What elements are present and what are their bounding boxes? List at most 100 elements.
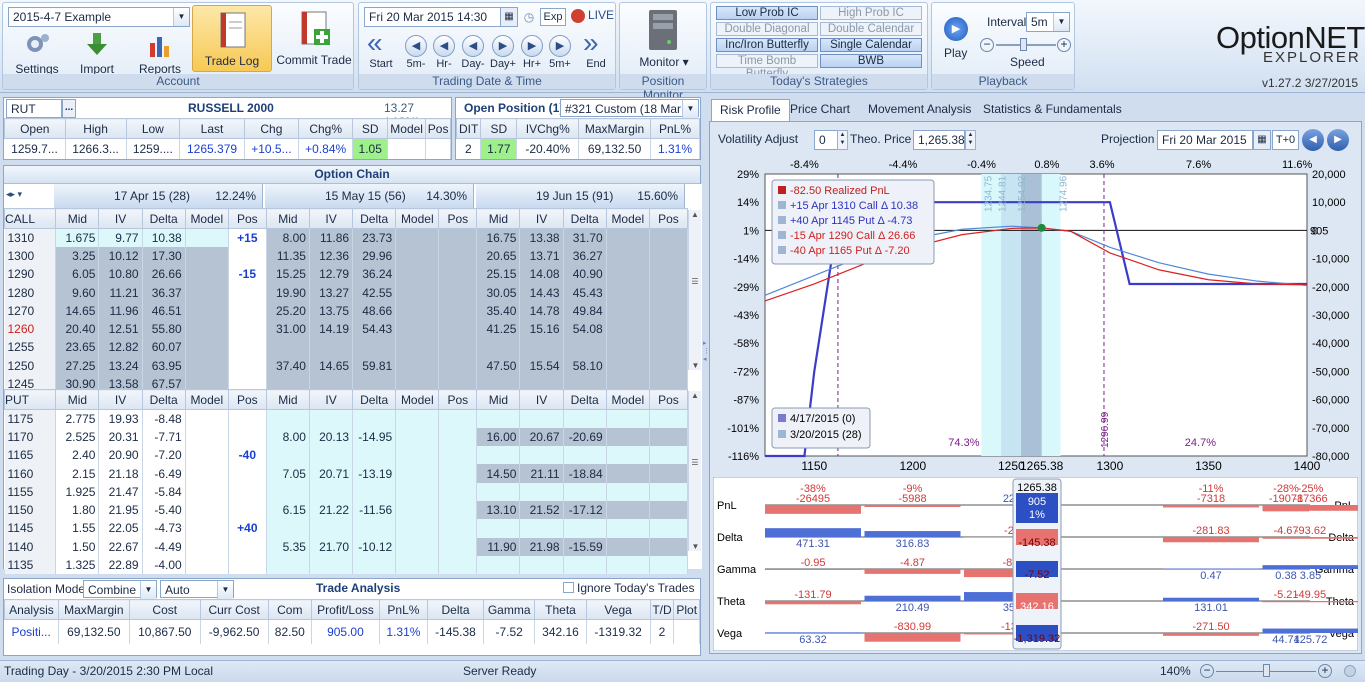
theo-price-field[interactable]: 1,265.38 — [913, 130, 965, 150]
position-cell[interactable] — [649, 228, 689, 247]
projection-back-icon[interactable]: ◀ — [1302, 129, 1324, 151]
position-cell[interactable] — [228, 301, 267, 320]
position-cell[interactable] — [228, 464, 267, 483]
chain-nav-icons[interactable]: ◂▸ ▾ — [6, 189, 22, 200]
analysis-value[interactable] — [673, 619, 700, 644]
expiry-header[interactable]: 15 May 15 (56) 14.30% — [265, 184, 474, 208]
position-cell[interactable] — [649, 446, 689, 465]
tab-0[interactable]: Risk Profile — [711, 99, 790, 121]
position-cell[interactable] — [649, 409, 689, 428]
example-combo[interactable]: 2015-4-7 Example ▼ — [8, 7, 190, 27]
position-cell[interactable] — [438, 228, 478, 247]
strategy-button-7[interactable]: BWB — [820, 54, 922, 68]
chevron-down-icon[interactable]: ▼ — [217, 581, 233, 599]
commit-trade-button[interactable]: Commit Trade — [276, 9, 352, 67]
position-cell[interactable] — [438, 356, 478, 375]
strategy-button-0[interactable]: Low Prob IC — [716, 6, 818, 20]
position-cell[interactable] — [228, 356, 267, 375]
position-cell[interactable] — [649, 555, 689, 575]
symbol-field[interactable]: RUT — [6, 99, 62, 118]
position-cell[interactable] — [649, 338, 689, 357]
position-cell[interactable] — [228, 409, 267, 428]
position-cell[interactable] — [438, 482, 478, 501]
live-button[interactable]: LIVE — [588, 8, 614, 22]
tab-1[interactable]: Price Chart — [782, 99, 858, 121]
position-cell[interactable] — [438, 265, 478, 284]
call-row[interactable]: 1280 9.60 11.21 36.37 19.90 13.27 42.55 30.05 14… — [4, 283, 689, 302]
position-cell[interactable] — [438, 427, 478, 447]
speed-plus-icon[interactable]: + — [1057, 38, 1071, 52]
position-combo[interactable]: #321 Custom (18 Mar 1 ▼ — [560, 99, 699, 118]
position-cell[interactable] — [649, 482, 689, 501]
put-row[interactable]: 1155 1.925 21.47 -5.84 — [4, 482, 689, 501]
monitor-button[interactable]: Monitor ▾ — [628, 55, 700, 69]
isolation-mode-combo[interactable]: Combine ▼ — [83, 580, 157, 599]
position-cell[interactable] — [438, 283, 478, 302]
position-cell[interactable] — [438, 246, 478, 266]
zoom-in-icon[interactable]: + — [1318, 664, 1332, 678]
projection-date-field[interactable]: Fri 20 Mar 2015 — [1157, 130, 1253, 150]
forward-hour-icon[interactable]: ▶ — [521, 35, 543, 57]
call-row[interactable]: 1290 6.05 10.80 26.66 -15 15.25 12.79 36.24 25.1… — [4, 265, 689, 284]
position-cell[interactable] — [228, 246, 267, 266]
call-row[interactable]: 1260 20.40 12.51 55.80 31.00 14.19 54.43 41.25 1… — [4, 319, 689, 339]
chevron-down-icon[interactable]: ▼ — [140, 581, 156, 599]
chevron-down-icon[interactable]: ▼ — [1053, 13, 1069, 31]
ignore-todays-trades-checkbox[interactable] — [563, 582, 574, 593]
strategy-button-3[interactable]: Double Calendar — [820, 22, 922, 36]
start-icon[interactable]: « — [367, 29, 393, 58]
position-cell[interactable] — [649, 319, 689, 339]
reports-button[interactable]: Reports — [131, 31, 189, 76]
auto-combo[interactable]: Auto ▼ — [160, 580, 234, 599]
position-cell[interactable] — [438, 500, 478, 520]
position-cell[interactable] — [649, 519, 689, 538]
expiry-header[interactable]: 19 Jun 15 (91) 15.60% — [476, 184, 685, 208]
position-cell[interactable]: -15 — [228, 265, 267, 284]
t0-button[interactable]: T+0 — [1272, 130, 1299, 150]
server-icon[interactable] — [645, 8, 681, 52]
position-cell[interactable] — [438, 537, 478, 556]
position-cell[interactable] — [649, 265, 689, 284]
put-row[interactable]: 1175 2.775 19.93 -8.48 — [4, 409, 689, 428]
strategy-button-1[interactable]: High Prob IC — [820, 6, 922, 20]
back-day-icon[interactable]: ◀ — [462, 35, 484, 57]
chevron-down-icon[interactable]: ▼ — [173, 8, 189, 26]
position-cell[interactable] — [438, 464, 478, 483]
call-row[interactable]: 1255 23.65 12.82 60.07 — [4, 338, 689, 357]
put-row[interactable]: 1135 1.325 22.89 -4.00 — [4, 555, 689, 575]
chevron-down-icon[interactable]: ▼ — [682, 100, 698, 118]
projection-forward-icon[interactable]: ▶ — [1327, 129, 1349, 151]
put-row[interactable]: 1145 1.55 22.05 -4.73 +40 — [4, 519, 689, 538]
position-cell[interactable] — [438, 555, 478, 575]
position-cell[interactable]: -40 — [228, 446, 267, 465]
forward-5m-icon[interactable]: ▶ — [549, 35, 571, 57]
position-cell[interactable] — [228, 427, 267, 447]
end-icon[interactable]: » — [583, 29, 609, 58]
position-cell[interactable] — [438, 301, 478, 320]
chain-scrollbar[interactable]: ▲ ☰ ▼ — [688, 391, 701, 551]
call-row[interactable]: 1310 1.675 9.77 10.38 +15 8.00 11.86 23.73 16.75… — [4, 228, 689, 247]
resize-grip-icon[interactable] — [1344, 665, 1356, 677]
analysis-value[interactable]: Positi... — [4, 619, 59, 644]
position-cell[interactable] — [438, 319, 478, 339]
splitter-handle[interactable]: ▸ ⋮ ◂ — [703, 340, 710, 380]
position-cell[interactable] — [649, 427, 689, 447]
expiry-header[interactable]: 17 Apr 15 (28) 12.24% — [54, 184, 263, 208]
position-cell[interactable] — [438, 519, 478, 538]
speed-minus-icon[interactable]: − — [980, 38, 994, 52]
clock-icon[interactable]: ◷ — [519, 7, 539, 27]
position-cell[interactable] — [228, 500, 267, 520]
zoom-slider-thumb[interactable] — [1263, 664, 1270, 677]
position-cell[interactable] — [438, 338, 478, 357]
calendar-icon[interactable]: ▦ — [500, 7, 518, 27]
chain-scrollbar[interactable]: ▲ ☰ ▼ — [688, 210, 701, 370]
position-cell[interactable]: +40 — [228, 519, 267, 538]
position-cell[interactable]: +15 — [228, 228, 267, 247]
interval-combo[interactable]: 5m ▼ — [1026, 12, 1070, 32]
speed-slider-thumb[interactable] — [1020, 38, 1027, 51]
put-row[interactable]: 1160 2.15 21.18 -6.49 7.05 20.71 -13.19 14.50 21… — [4, 464, 689, 483]
put-row[interactable]: 1170 2.525 20.31 -7.71 8.00 20.13 -14.95 16.00 2… — [4, 427, 689, 447]
strategy-button-5[interactable]: Single Calendar — [820, 38, 922, 52]
position-cell[interactable] — [228, 482, 267, 501]
position-cell[interactable] — [228, 283, 267, 302]
